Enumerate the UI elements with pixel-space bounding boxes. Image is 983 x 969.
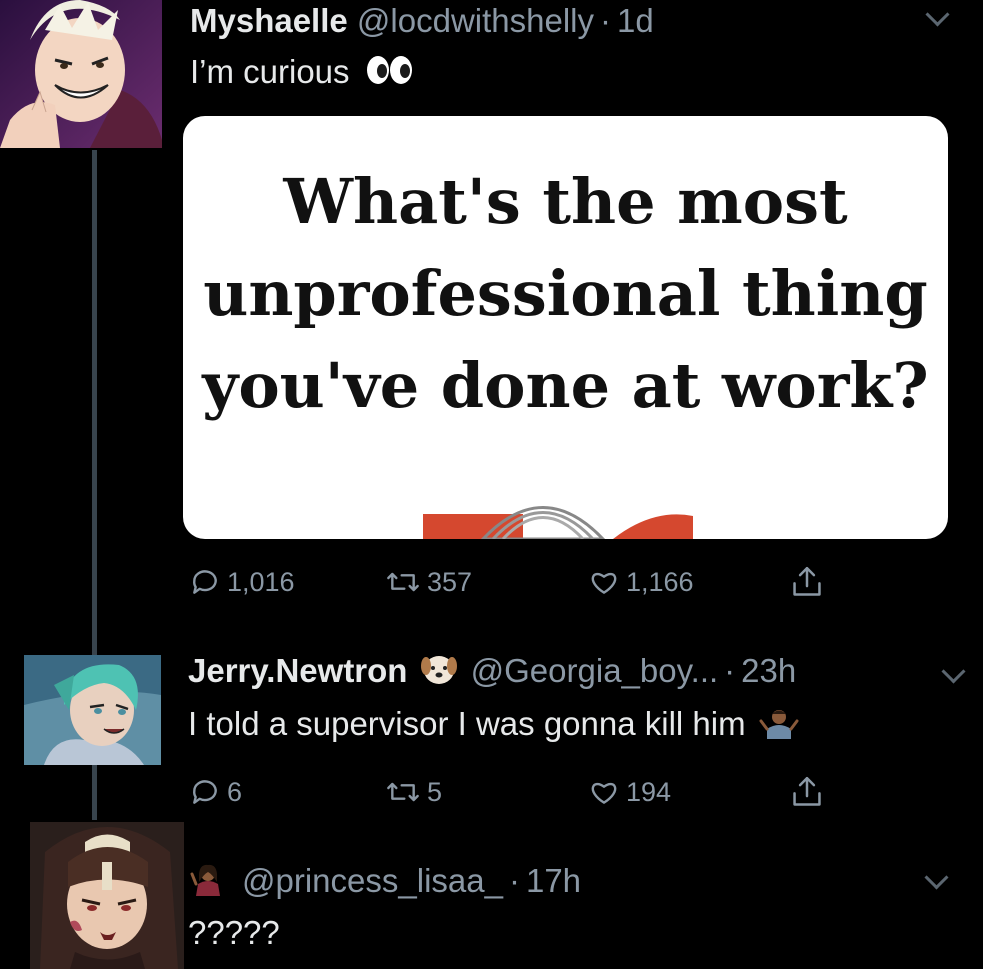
retweet-count: 5 <box>427 776 443 807</box>
chevron-down-icon[interactable] <box>941 659 966 684</box>
separator: · <box>724 652 736 689</box>
share-action[interactable] <box>790 564 824 600</box>
like-count: 1,166 <box>626 566 694 597</box>
handle[interactable]: @princess_lisaa_ <box>242 862 503 899</box>
dog-face-emoji <box>420 652 457 694</box>
like-action[interactable]: 1,166 <box>588 566 694 598</box>
tweet-header: @princess_lisaa_ · 17h <box>188 862 581 904</box>
chevron-down-icon[interactable] <box>925 2 950 27</box>
reply-icon <box>193 780 217 804</box>
retweet-icon <box>387 572 419 592</box>
tweet-text: ????? <box>188 914 280 952</box>
tweet-text-content: I told a supervisor I was gonna kill him <box>188 705 746 742</box>
timestamp[interactable]: 23h <box>741 652 796 689</box>
woman-tipping-hand-emoji <box>188 862 228 904</box>
media-logo-graphic <box>423 506 693 539</box>
reply-icon <box>193 570 217 594</box>
reply-count: 6 <box>227 776 243 807</box>
heart-icon <box>591 782 617 804</box>
media-image[interactable]: What's the most unprofessional thing you… <box>183 116 948 539</box>
tweet-text: I’m curious <box>190 53 415 94</box>
tweet-header: Myshaelle @locdwithshelly · 1d <box>190 2 654 40</box>
tweet-text-content: ????? <box>188 914 280 951</box>
like-count: 194 <box>626 776 672 807</box>
display-name[interactable]: Myshaelle <box>190 2 348 39</box>
handle[interactable]: @locdwithshelly <box>357 2 594 39</box>
reply-action[interactable]: 1,016 <box>189 566 295 598</box>
retweet-count: 357 <box>427 566 473 597</box>
reply-count: 1,016 <box>227 566 295 597</box>
thread-line-1 <box>92 150 97 655</box>
heart-icon <box>591 572 617 594</box>
separator: · <box>600 2 612 39</box>
person-shrugging-emoji <box>759 705 799 747</box>
tweet-text-content: I’m curious <box>190 53 350 90</box>
display-name[interactable]: Jerry.Newtron <box>188 652 407 689</box>
reply-action[interactable]: 6 <box>189 776 242 808</box>
avatar-princess-lisaa[interactable] <box>30 822 184 969</box>
share-icon <box>793 776 821 806</box>
handle[interactable]: @Georgia_boy... <box>471 652 719 689</box>
share-icon <box>793 566 821 596</box>
share-action[interactable] <box>790 774 824 810</box>
separator: · <box>508 862 520 899</box>
like-action[interactable]: 194 <box>588 776 671 808</box>
chevron-down-icon[interactable] <box>924 865 949 890</box>
timestamp[interactable]: 1d <box>617 2 654 39</box>
retweet-icon <box>387 782 419 802</box>
tweet-text: I told a supervisor I was gonna kill him <box>188 705 799 747</box>
avatar-jerry-newtron[interactable] <box>24 655 161 765</box>
thread-line-2 <box>92 765 97 820</box>
retweet-action[interactable]: 357 <box>385 566 472 598</box>
tweet-header: Jerry.Newtron @Georgia_boy... · 23h <box>188 652 796 694</box>
avatar-myshaelle[interactable] <box>0 0 162 148</box>
eyes-emoji <box>365 54 415 94</box>
timestamp[interactable]: 17h <box>526 862 581 899</box>
retweet-action[interactable]: 5 <box>385 776 442 808</box>
